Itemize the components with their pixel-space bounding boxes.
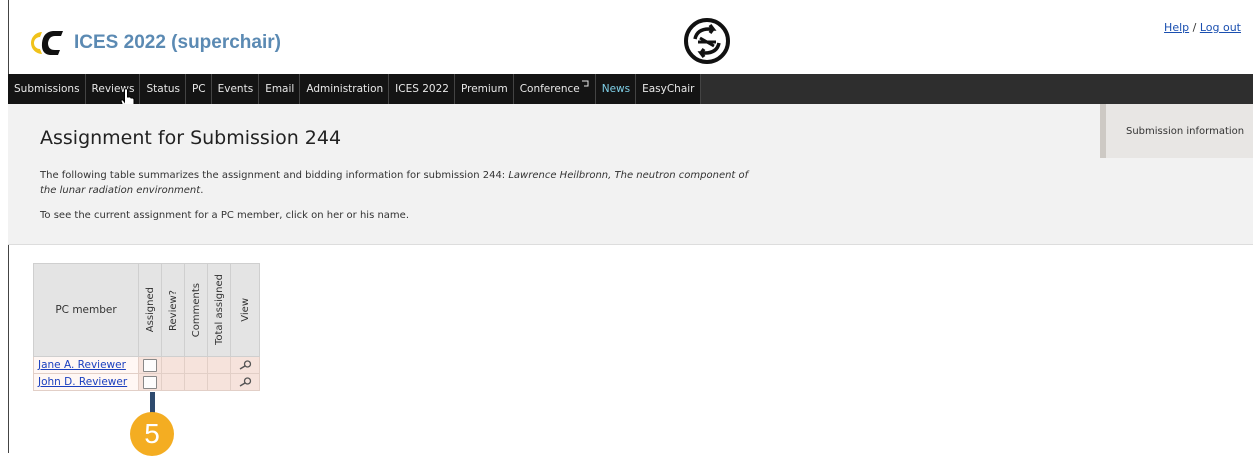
logout-link[interactable]: Log out <box>1200 21 1241 34</box>
assigned-cell <box>138 373 162 391</box>
menu-item-pc[interactable]: PC <box>186 74 212 104</box>
assignment-table: PC member Assigned Review? Comments Tota… <box>33 263 260 391</box>
table-row: Jane A. Reviewer <box>33 356 260 374</box>
total-assigned-cell <box>207 373 231 391</box>
comments-cell <box>184 373 208 391</box>
col-total-assigned: Total assigned <box>207 263 231 357</box>
pc-member-link[interactable]: Jane A. Reviewer <box>38 359 126 371</box>
menu-item-conference[interactable]: Conference <box>514 74 596 104</box>
col-comments: Comments <box>184 263 208 357</box>
col-assigned: Assigned <box>138 263 162 357</box>
assigned-cell <box>138 356 162 374</box>
menu-item-premium[interactable]: Premium <box>455 74 514 104</box>
pc-member-link[interactable]: John D. Reviewer <box>38 376 127 388</box>
app-title: ICES 2022 (superchair) <box>74 32 281 53</box>
col-pc-member: PC member <box>33 263 139 357</box>
total-assigned-cell <box>207 356 231 374</box>
page-title: Assignment for Submission 244 <box>40 127 342 149</box>
col-review-label: Review? <box>167 289 179 331</box>
menu-item-administration[interactable]: Administration <box>300 74 390 104</box>
magnifier-icon[interactable] <box>237 359 253 371</box>
intro-text: The following table summarizes the assig… <box>40 168 760 198</box>
table-header-row: PC member Assigned Review? Comments Tota… <box>33 263 260 357</box>
menu-item-email[interactable]: Email <box>259 74 301 104</box>
table-row: John D. Reviewer <box>33 373 260 391</box>
col-view-label: View <box>239 298 251 322</box>
col-total-assigned-label: Total assigned <box>213 274 225 346</box>
menu-item-news[interactable]: News <box>596 74 637 104</box>
pc-member-cell: John D. Reviewer <box>33 373 139 391</box>
callout-pointer <box>150 392 155 414</box>
assigned-checkbox[interactable] <box>143 358 157 372</box>
return-arrow-icon <box>581 80 589 87</box>
col-view: View <box>230 263 260 357</box>
comments-cell <box>184 356 208 374</box>
intro-suffix: . <box>200 185 204 196</box>
link-separator: / <box>1189 21 1200 34</box>
intro-prefix: The following table summarizes the assig… <box>40 170 509 181</box>
menu-item-ices-2022[interactable]: ICES 2022 <box>389 74 455 104</box>
step-callout-badge: 5 <box>130 412 174 456</box>
menu-item-conference-label: Conference <box>519 83 580 95</box>
col-review: Review? <box>161 263 185 357</box>
menu-item-events[interactable]: Events <box>212 74 260 104</box>
submission-information-tab[interactable]: Submission information <box>1100 104 1253 158</box>
review-cell <box>161 373 185 391</box>
recycle-badge-icon <box>684 18 730 64</box>
help-link[interactable]: Help <box>1164 21 1189 34</box>
view-cell <box>230 356 260 374</box>
submission-information-label: Submission information <box>1126 126 1245 137</box>
menu-item-status[interactable]: Status <box>140 74 186 104</box>
menu-item-submissions[interactable]: Submissions <box>8 74 86 104</box>
col-comments-label: Comments <box>190 282 202 338</box>
pc-member-cell: Jane A. Reviewer <box>33 356 139 374</box>
easychair-logo[interactable] <box>22 28 64 58</box>
menu-item-easychair[interactable]: EasyChair <box>636 74 701 104</box>
review-cell <box>161 356 185 374</box>
col-assigned-label: Assigned <box>144 287 156 333</box>
assigned-checkbox[interactable] <box>143 375 157 389</box>
main-menu: Submissions Reviews Status PC Events Ema… <box>8 74 701 104</box>
view-cell <box>230 373 260 391</box>
top-links: Help / Log out <box>1164 21 1241 34</box>
hint-text: To see the current assignment for a PC m… <box>40 210 410 221</box>
magnifier-icon[interactable] <box>237 376 253 388</box>
